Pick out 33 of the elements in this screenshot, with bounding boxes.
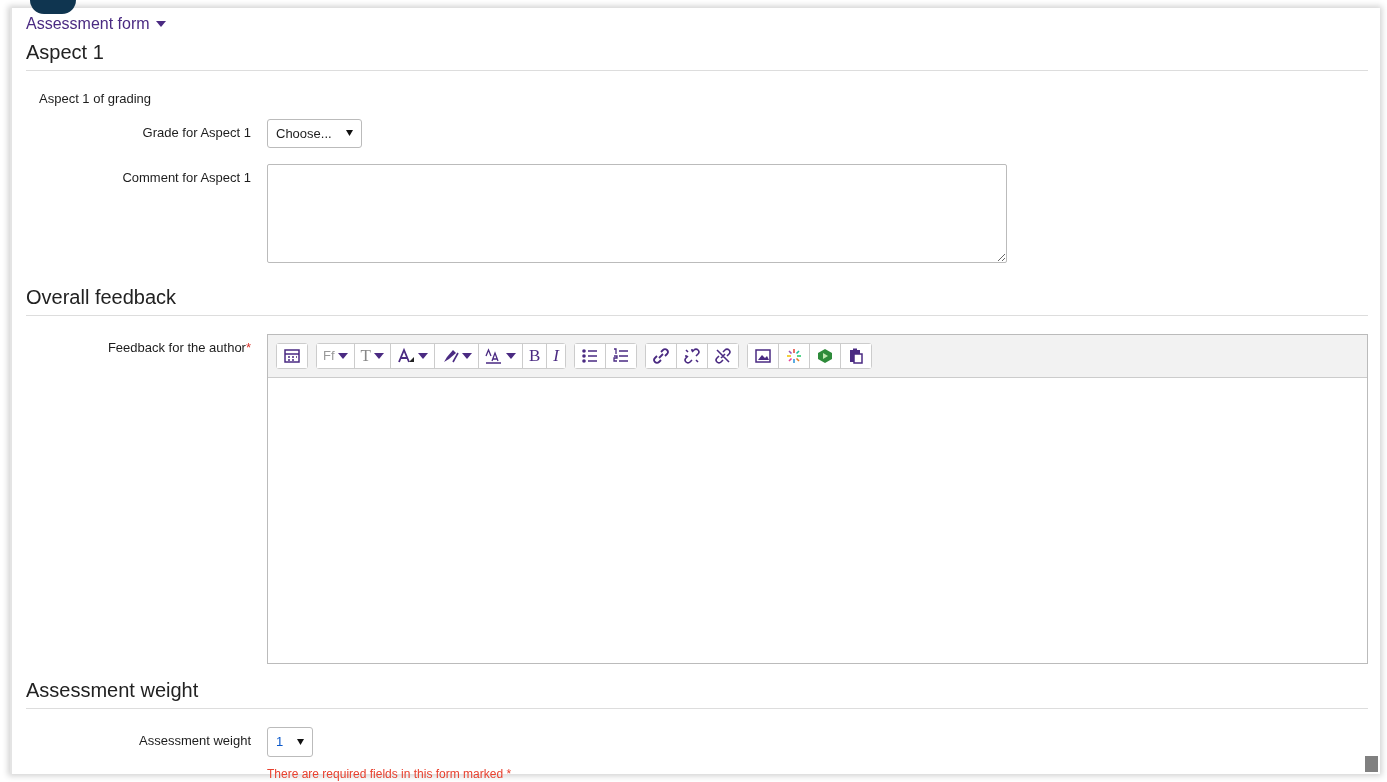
- section-heading: Overall feedback: [26, 285, 1368, 316]
- field-label: Feedback for the author*: [106, 339, 251, 357]
- section-toggle[interactable]: Assessment form: [26, 12, 166, 36]
- language-icon: [484, 347, 503, 365]
- caret-icon: [297, 738, 305, 745]
- toolbar-button[interactable]: [604, 344, 636, 368]
- required-note: There are required fields in this form marked *: [267, 765, 512, 782]
- broken-link-icon: [682, 347, 701, 365]
- field-label: Assessment weight: [138, 732, 251, 750]
- caret-icon: [345, 130, 353, 137]
- field-label: Grade for Aspect 1: [141, 123, 251, 142]
- link-icon: [651, 347, 670, 365]
- select-dropdown[interactable]: Choose...: [267, 118, 362, 148]
- bullet-list-icon: [580, 347, 599, 365]
- select-dropdown[interactable]: 1: [267, 727, 314, 757]
- numbered-list-icon: [611, 347, 630, 365]
- keyboard-icon: [283, 347, 301, 365]
- image-icon: [753, 347, 772, 365]
- font-color-icon: [396, 347, 415, 365]
- crossed-link-icon: [713, 347, 732, 365]
- play-icon: [815, 347, 834, 365]
- italic-button[interactable]: I: [546, 344, 565, 368]
- comment-field[interactable]: [267, 164, 1007, 263]
- text-editor[interactable]: Ff T B I: [267, 334, 1368, 664]
- scroll-handle[interactable]: [1365, 756, 1378, 772]
- section-description: Aspect 1 of grading: [39, 90, 153, 108]
- field-label: Comment for Aspect 1: [121, 169, 251, 187]
- toolbar-button[interactable]: [839, 344, 871, 368]
- sparkle-icon: [784, 347, 803, 365]
- toolbar-button[interactable]: [277, 344, 307, 368]
- section-heading: Assessment weight: [26, 678, 1368, 709]
- toolbar-button[interactable]: [706, 344, 738, 368]
- section-heading: Aspect 1: [26, 40, 1368, 71]
